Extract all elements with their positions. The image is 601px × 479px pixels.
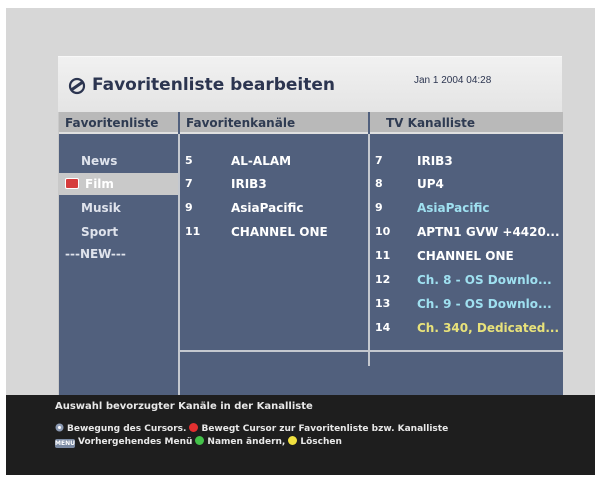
channel-name: APTN1 GVW +4420... xyxy=(417,225,560,239)
favorite-channels-column-header: Favoritenkanäle xyxy=(180,112,368,134)
remote-control-icon xyxy=(68,77,86,95)
channel-name: IRIB3 xyxy=(417,154,453,168)
channel-number: 10 xyxy=(375,225,391,238)
tv-channel-row[interactable]: 13 Ch. 9 - OS Downlo... xyxy=(375,293,563,315)
green-key-icon xyxy=(195,436,205,445)
help-line-cursor: Bewegung des Cursors. Bewegt Cursor zur F… xyxy=(55,423,448,434)
green-key-hint: Namen ändern, xyxy=(207,437,286,447)
channel-name: AsiaPacific xyxy=(231,201,304,215)
channel-number: 5 xyxy=(185,154,193,167)
favorite-list-item-label: Film xyxy=(85,177,114,191)
favorite-channel-row[interactable]: 7 IRIB3 xyxy=(185,173,368,195)
menu-header: Favoritenliste bearbeiten Jan 1 2004 04:… xyxy=(58,56,562,113)
channel-name: CHANNEL ONE xyxy=(417,249,514,263)
channel-name: CHANNEL ONE xyxy=(231,225,328,239)
channel-name: AsiaPacific xyxy=(417,201,490,215)
channel-number: 9 xyxy=(185,201,193,214)
cursor-hint: Bewegung des Cursors. xyxy=(67,424,187,434)
menu-hint: Vorhergehendes Menü xyxy=(78,437,193,447)
help-footer: Auswahl bevorzugter Kanäle in der Kanall… xyxy=(6,395,595,475)
column-divider xyxy=(178,134,180,398)
help-description: Auswahl bevorzugter Kanäle in der Kanall… xyxy=(55,401,313,412)
tv-channel-row[interactable]: 10 APTN1 GVW +4420... xyxy=(375,221,563,243)
datetime-display: Jan 1 2004 04:28 xyxy=(414,75,492,86)
red-key-icon xyxy=(189,423,199,432)
favorite-list-item-film[interactable]: Film xyxy=(59,173,178,195)
favorite-list-item-label: Sport xyxy=(81,225,119,239)
menu-key-icon: MENU xyxy=(55,439,75,448)
favorite-list-item-new[interactable]: ---NEW--- xyxy=(59,243,178,265)
favorite-channel-row[interactable]: 5 AL-ALAM xyxy=(185,150,368,172)
channel-name: Ch. 8 - OS Downlo... xyxy=(417,273,552,287)
channel-number: 8 xyxy=(375,177,383,190)
favorite-list-item-label: News xyxy=(81,154,118,168)
tv-channel-row[interactable]: 7 IRIB3 xyxy=(375,150,563,172)
favorite-list-item-sport[interactable]: Sport xyxy=(59,221,178,243)
channel-name: UP4 xyxy=(417,177,444,191)
favorite-list-item-label: Musik xyxy=(81,201,121,215)
channel-name: Ch. 9 - OS Downlo... xyxy=(417,297,552,311)
channel-number: 11 xyxy=(185,225,201,238)
tv-folder-icon xyxy=(65,178,79,189)
favorite-channel-row[interactable]: 11 CHANNEL ONE xyxy=(185,221,368,243)
tv-channels-column-header: TV Kanalliste xyxy=(370,112,563,134)
red-key-hint: Bewegt Cursor zur Favoritenliste bzw. Ka… xyxy=(201,424,449,434)
tv-channel-row[interactable]: 8 UP4 xyxy=(375,173,563,195)
channel-number: 12 xyxy=(375,273,391,286)
tv-channel-row[interactable]: 12 Ch. 8 - OS Downlo... xyxy=(375,269,563,291)
page-title: Favoritenliste bearbeiten xyxy=(92,75,336,95)
channel-name: IRIB3 xyxy=(231,177,267,191)
tv-menu-screen: Favoritenliste bearbeiten Jan 1 2004 04:… xyxy=(6,8,595,475)
column-divider xyxy=(368,134,370,366)
channel-name: Ch. 340, Dedicated... xyxy=(417,321,560,335)
tv-channel-row[interactable]: 11 CHANNEL ONE xyxy=(375,245,563,267)
channel-number: 14 xyxy=(375,321,391,334)
favorite-list-item-news[interactable]: News xyxy=(59,150,178,172)
favorite-list-item-musik[interactable]: Musik xyxy=(59,197,178,219)
favorite-list-item-label: ---NEW--- xyxy=(65,247,126,261)
help-line-menu: MENU Vorhergehendes Menü Namen ändern, Lösc… xyxy=(55,436,342,448)
panel-divider xyxy=(180,350,563,352)
tv-channel-row[interactable]: 9 AsiaPacific xyxy=(375,197,563,219)
channel-number: 7 xyxy=(375,154,383,167)
favorite-channel-row[interactable]: 9 AsiaPacific xyxy=(185,197,368,219)
favorites-editor-panel: Favoritenliste Favoritenkanäle TV Kanall… xyxy=(58,112,563,398)
channel-number: 11 xyxy=(375,249,391,262)
channel-number: 9 xyxy=(375,201,383,214)
favorites-column-header: Favoritenliste xyxy=(59,112,178,134)
yellow-key-icon xyxy=(288,436,298,445)
cursor-keys-icon xyxy=(55,423,64,432)
tv-channel-row[interactable]: 14 Ch. 340, Dedicated... xyxy=(375,317,563,339)
channel-number: 7 xyxy=(185,177,193,190)
channel-name: AL-ALAM xyxy=(231,154,292,168)
yellow-key-hint: Löschen xyxy=(300,437,342,447)
channel-number: 13 xyxy=(375,297,391,310)
